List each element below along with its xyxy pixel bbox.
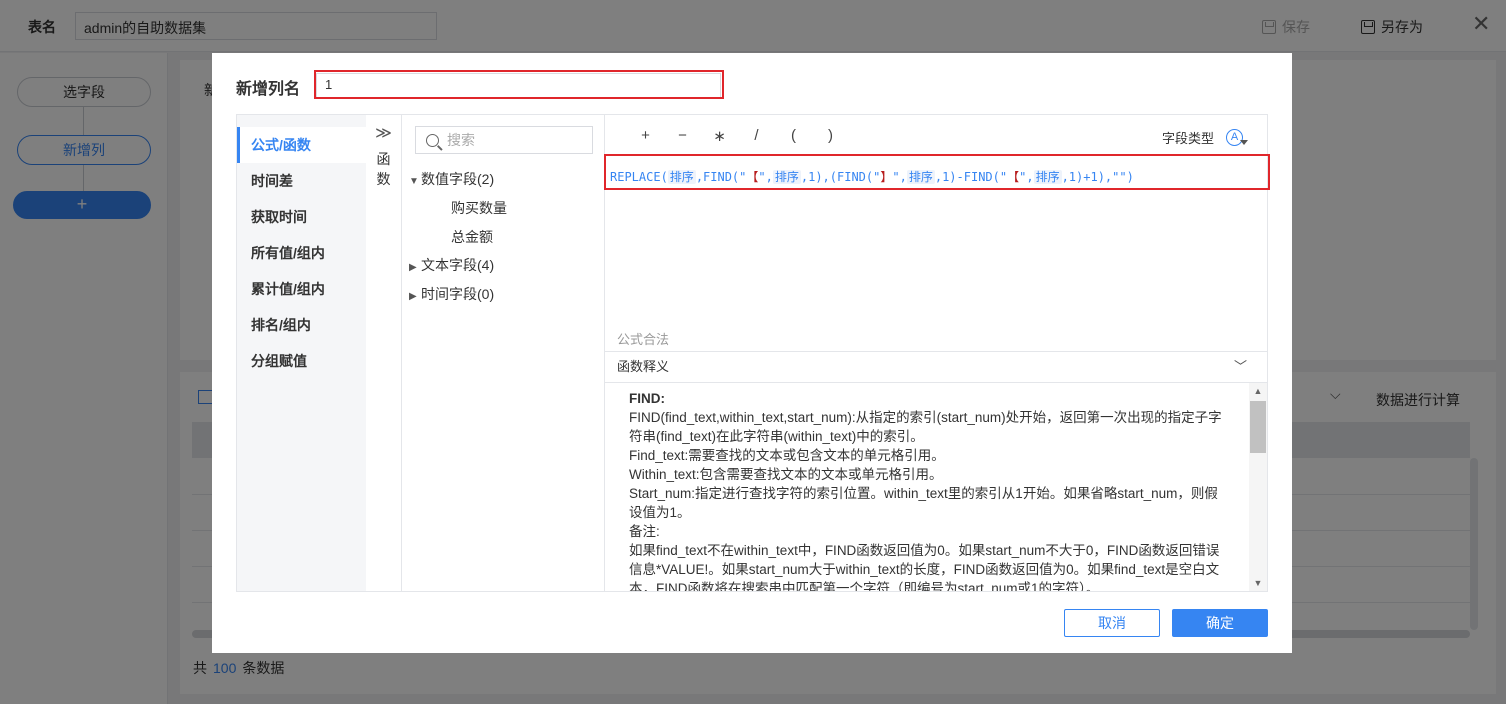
caret-down-icon: ▼ bbox=[409, 176, 419, 187]
explain-header-label: 函数释义 bbox=[617, 359, 670, 374]
tree-time-fields[interactable]: ▶ 时间字段(0) bbox=[409, 280, 494, 308]
caret-right-icon: ▶ bbox=[409, 262, 417, 273]
column-name-input[interactable]: 1 bbox=[316, 73, 721, 98]
category-rank[interactable]: 排名/组内 bbox=[237, 307, 366, 343]
confirm-button[interactable]: 确定 bbox=[1172, 609, 1268, 637]
formula-token: ", bbox=[1019, 170, 1034, 184]
formula-token: ", bbox=[758, 170, 773, 184]
formula-field-token: 排序 bbox=[667, 170, 696, 184]
scroll-thumb[interactable] bbox=[1250, 401, 1266, 453]
explain-scrollbar[interactable]: ▲ ▼ bbox=[1249, 383, 1267, 591]
formula-token: ,1)-FIND(" bbox=[934, 170, 1008, 184]
formula-token: ,1),(FIND(" bbox=[800, 170, 881, 184]
explain-line: Within_text:包含需要查找文本的文本或单元格引用。 bbox=[629, 467, 943, 482]
category-time-diff[interactable]: 时间差 bbox=[237, 163, 366, 199]
operator-toolbar: + − ∗ / ( ) bbox=[627, 127, 849, 145]
formula-string-token: 】 bbox=[880, 170, 893, 184]
explain-line: 如果find_text不在within_text中，FIND函数返回值为0。如果… bbox=[629, 543, 1220, 591]
function-label: 函数 bbox=[376, 151, 391, 187]
field-item[interactable]: 购买数量 bbox=[451, 194, 507, 222]
field-type-selector[interactable]: 字段类型 A bbox=[1162, 128, 1249, 147]
caret-right-icon: ▶ bbox=[409, 291, 417, 302]
new-column-dialog: 新增列名 1 公式/函数 时间差 获取时间 所有值/组内 累计值/组内 排名/组… bbox=[212, 53, 1292, 653]
op-divide[interactable]: / bbox=[738, 127, 775, 145]
formula-token: REPLACE( bbox=[610, 170, 668, 184]
op-left-paren[interactable]: ( bbox=[775, 127, 812, 145]
formula-editor: 公式/函数 时间差 获取时间 所有值/组内 累计值/组内 排名/组内 分组赋值 … bbox=[236, 114, 1268, 592]
formula-field-token: 排序 bbox=[906, 170, 935, 184]
category-list: 公式/函数 时间差 获取时间 所有值/组内 累计值/组内 排名/组内 分组赋值 bbox=[237, 115, 366, 591]
tree-time-label: 时间字段(0) bbox=[421, 286, 495, 302]
field-type-label: 字段类型 bbox=[1162, 131, 1215, 146]
op-multiply[interactable]: ∗ bbox=[701, 127, 738, 145]
explain-line: Start_num:指定进行查找字符的索引位置。within_text里的索引从… bbox=[629, 486, 1218, 520]
explain-content: FIND: FIND(find_text,within_text,start_n… bbox=[629, 389, 1224, 591]
formula-valid-status: 公式合法 bbox=[617, 332, 670, 347]
formula-token: ,1)+1),"") bbox=[1061, 170, 1134, 184]
search-icon bbox=[426, 133, 439, 147]
explain-function-title: FIND: bbox=[629, 391, 665, 406]
scroll-down-icon[interactable]: ▼ bbox=[1249, 575, 1267, 591]
function-panel-toggle[interactable]: ≫ 函数 bbox=[366, 115, 402, 591]
op-plus[interactable]: + bbox=[627, 127, 664, 145]
formula-token: ", bbox=[892, 170, 907, 184]
double-chevron-right-icon[interactable]: ≫ bbox=[366, 123, 401, 143]
dialog-title: 新增列名 bbox=[236, 81, 301, 98]
chevron-down-icon[interactable]: ﹀ bbox=[1234, 352, 1247, 382]
formula-string-token: 【 bbox=[1007, 170, 1020, 184]
op-minus[interactable]: − bbox=[664, 127, 701, 145]
category-formula[interactable]: 公式/函数 bbox=[237, 127, 366, 163]
field-search[interactable] bbox=[415, 126, 593, 154]
field-list: ▼数值字段(2) 购买数量 总金额 ▶ 文本字段(4) ▶ 时间字段(0) bbox=[403, 115, 605, 591]
category-cumulative[interactable]: 累计值/组内 bbox=[237, 271, 366, 307]
formula-token: ,FIND(" bbox=[695, 170, 747, 184]
tree-numeric-fields[interactable]: ▼ 数值字段(2) bbox=[409, 165, 494, 193]
formula-field-token: 排序 bbox=[772, 170, 801, 184]
field-item[interactable]: 总金额 bbox=[451, 223, 493, 251]
explain-line: Find_text:需要查找的文本或包含文本的单元格引用。 bbox=[629, 448, 945, 463]
search-input[interactable] bbox=[447, 132, 567, 148]
explain-line: 备注: bbox=[629, 524, 660, 539]
formula-input[interactable]: REPLACE(排序 ,FIND("【", 排序 ,1),(FIND("】", 排序 ,1… bbox=[610, 167, 1260, 187]
explain-line: FIND(find_text,within_text,start_num):从指… bbox=[629, 410, 1222, 444]
op-right-paren[interactable]: ) bbox=[812, 127, 849, 145]
text-type-icon[interactable]: A bbox=[1226, 129, 1249, 146]
tree-numeric-label: 数值字段(2) bbox=[421, 171, 495, 187]
tree-text-label: 文本字段(4) bbox=[421, 257, 495, 273]
category-get-time[interactable]: 获取时间 bbox=[237, 199, 366, 235]
cancel-button[interactable]: 取消 bbox=[1064, 609, 1160, 637]
explain-header[interactable]: 函数释义 ﹀ bbox=[605, 351, 1267, 383]
category-group-assign[interactable]: 分组赋值 bbox=[237, 343, 366, 379]
category-all-values[interactable]: 所有值/组内 bbox=[237, 235, 366, 271]
tree-text-fields[interactable]: ▶ 文本字段(4) bbox=[409, 251, 494, 279]
formula-field-token: 排序 bbox=[1033, 170, 1062, 184]
formula-area: + − ∗ / ( ) 字段类型 A REPLACE(排序 ,FIND("【", 排… bbox=[605, 115, 1267, 591]
scroll-up-icon[interactable]: ▲ bbox=[1249, 383, 1267, 399]
formula-string-token: 【 bbox=[746, 170, 759, 184]
